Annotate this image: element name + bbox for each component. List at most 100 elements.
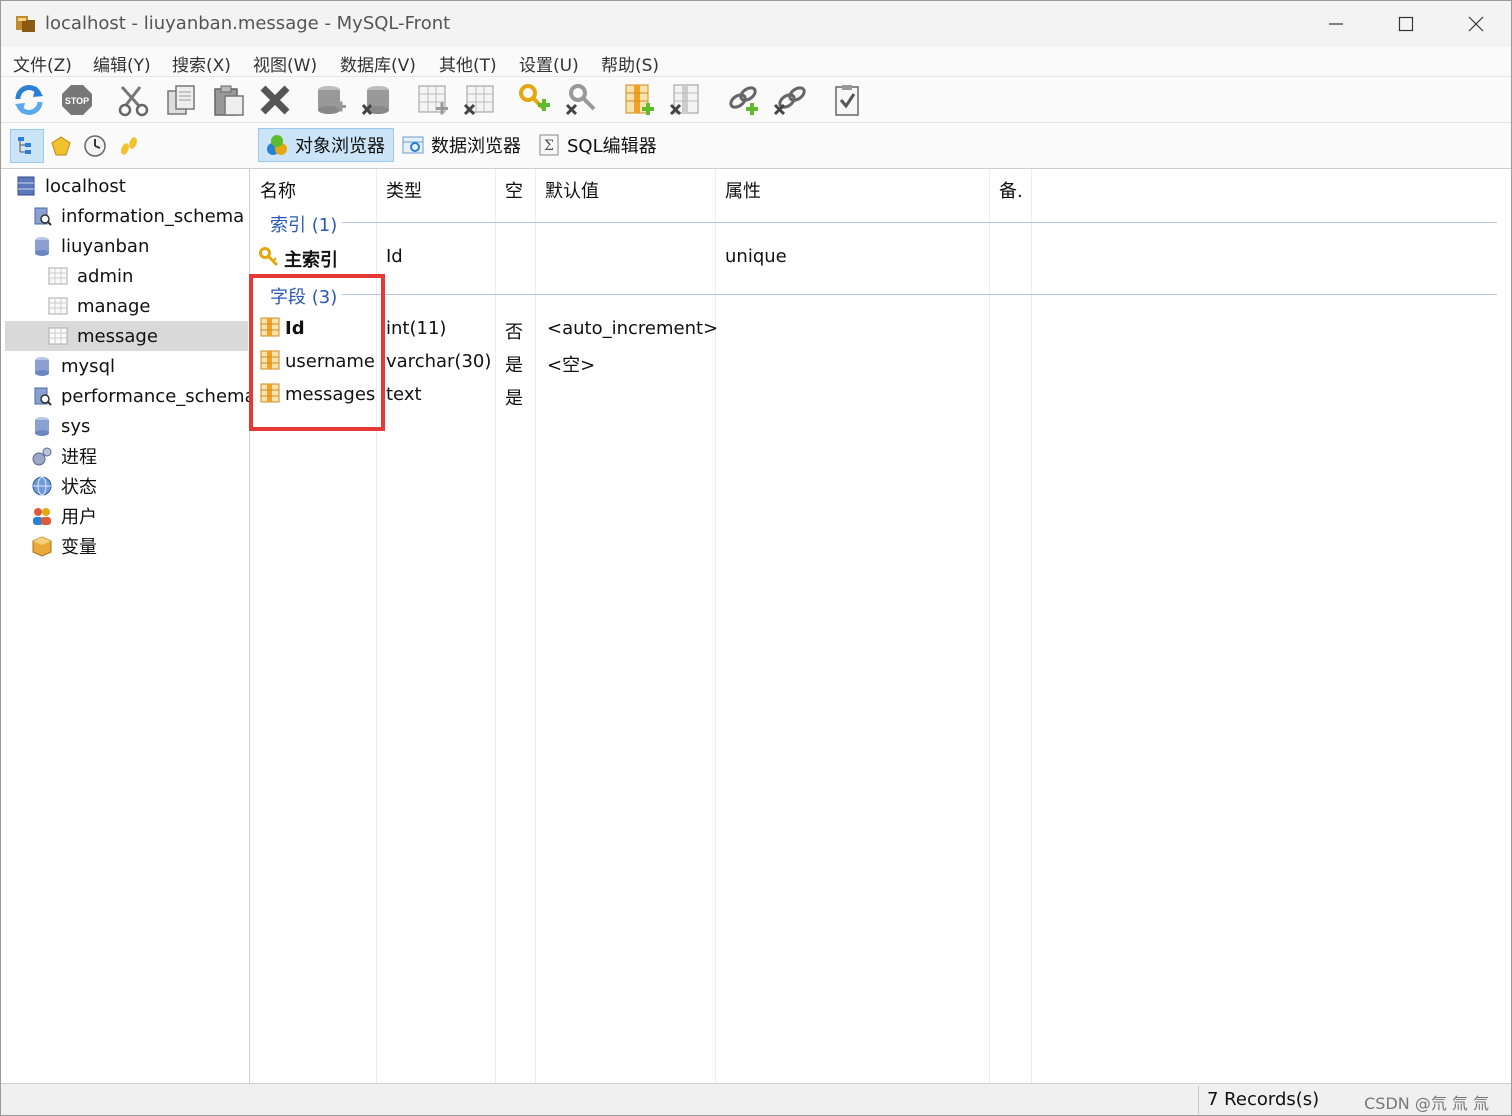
tree-item-admin[interactable]: admin: [47, 261, 249, 291]
tree-item-label: localhost: [45, 175, 126, 197]
tab-sql-editor[interactable]: Σ SQL编辑器: [531, 128, 665, 162]
tree-item-manage[interactable]: manage: [47, 291, 249, 321]
column-header-default[interactable]: 默认值: [545, 177, 599, 203]
app-window: localhost - liuyanban.message - MySQL-Fr…: [0, 0, 1512, 1116]
tab-object-browser[interactable]: 对象浏览器: [258, 128, 394, 162]
tree-item-label: admin: [77, 265, 134, 287]
column-divider: [495, 169, 496, 1083]
data-browser-icon: [402, 136, 424, 154]
new-index-icon: [519, 84, 550, 111]
tree-view-button[interactable]: [10, 129, 44, 163]
column-divider: [1031, 169, 1032, 1083]
drop-foreign-key-icon: [773, 86, 806, 116]
column-divider: [715, 169, 716, 1083]
menu-database[interactable]: 数据库(V): [340, 51, 416, 76]
drop-database-button[interactable]: [359, 82, 395, 118]
database-icon: [35, 417, 49, 436]
database-icon: [35, 357, 49, 376]
tree-item-users[interactable]: 用户: [31, 501, 249, 531]
new-table-button[interactable]: [415, 82, 451, 118]
new-database-button[interactable]: [313, 82, 349, 118]
mysql-front-logo-icon: [16, 16, 35, 32]
field-default: <auto_increment>: [547, 318, 719, 339]
users-icon: [33, 508, 51, 525]
menu-other[interactable]: 其他(T): [439, 51, 497, 76]
tree-item-localhost[interactable]: localhost: [15, 171, 249, 201]
drop-foreign-key-button[interactable]: [771, 82, 807, 118]
menu-settings[interactable]: 设置(U): [519, 51, 579, 76]
tab-data-browser[interactable]: 数据浏览器: [395, 128, 529, 162]
drop-table-icon: [463, 85, 494, 116]
drop-index-button[interactable]: [563, 82, 599, 118]
menu-help[interactable]: 帮助(S): [601, 51, 659, 76]
tree-item-message[interactable]: message: [5, 321, 248, 351]
menu-bar: 文件(Z) 编辑(Y) 搜索(X) 视图(W) 数据库(V) 其他(T) 设置(…: [1, 47, 1511, 77]
index-type: Id: [386, 246, 403, 267]
close-button[interactable]: [1441, 1, 1511, 47]
drop-field-button[interactable]: [667, 82, 703, 118]
tree-item-label: message: [77, 325, 158, 347]
tree-item-liuyanban[interactable]: liuyanban: [31, 231, 249, 261]
column-header-null[interactable]: 空: [505, 177, 523, 203]
paste-button[interactable]: [211, 82, 247, 118]
index-name[interactable]: 主索引: [284, 246, 338, 272]
column-header-attributes[interactable]: 属性: [725, 177, 761, 203]
bookmarks-button[interactable]: [112, 129, 146, 163]
menu-search[interactable]: 搜索(X): [172, 51, 231, 76]
history-button[interactable]: [78, 129, 112, 163]
group-divider: [342, 294, 1497, 295]
new-foreign-key-button[interactable]: [725, 82, 761, 118]
drop-index-icon: [565, 84, 596, 116]
minimize-button[interactable]: [1301, 1, 1371, 47]
tree-item-mysql[interactable]: mysql: [31, 351, 249, 381]
system-database-icon: [34, 387, 52, 406]
minimize-icon: [1329, 23, 1343, 25]
tree-item-label: 变量: [61, 537, 97, 558]
tree-item-label: sys: [61, 415, 91, 437]
sql-editor-icon: Σ: [539, 134, 559, 156]
window-title: localhost - liuyanban.message - MySQL-Fr…: [45, 13, 451, 34]
maximize-button[interactable]: [1371, 1, 1441, 47]
tree-item-label: liuyanban: [61, 235, 150, 257]
tree-item-variables[interactable]: 变量: [31, 531, 249, 561]
refresh-button[interactable]: [11, 82, 47, 118]
delete-icon: [260, 85, 290, 115]
cut-icon: [118, 85, 149, 117]
navigation-bar: 对象浏览器 数据浏览器 Σ SQL编辑器: [1, 123, 1511, 169]
copy-icon: [167, 85, 195, 115]
new-field-button[interactable]: [621, 82, 657, 118]
cut-button[interactable]: [115, 82, 151, 118]
drop-field-icon: [669, 84, 699, 116]
tree-item-status[interactable]: 状态: [31, 471, 249, 501]
field-type: int(11): [386, 318, 447, 339]
copy-button[interactable]: [163, 82, 199, 118]
tree-item-label: mysql: [61, 355, 115, 377]
column-header-comment[interactable]: 备.: [999, 177, 1023, 203]
menu-edit[interactable]: 编辑(Y): [93, 51, 151, 76]
new-foreign-key-icon: [729, 86, 758, 115]
maximize-icon: [1398, 16, 1414, 32]
new-field-icon: [625, 84, 654, 115]
index-group-label[interactable]: 索引 (1): [270, 211, 337, 237]
tree-item-sys[interactable]: sys: [31, 411, 249, 441]
favorites-button[interactable]: [44, 129, 78, 163]
drop-database-icon: [361, 86, 389, 115]
tree-item-information-schema[interactable]: information_schema: [31, 201, 249, 231]
refresh-icon: [15, 85, 43, 115]
delete-button[interactable]: [257, 82, 293, 118]
stop-button[interactable]: STOP: [59, 82, 95, 118]
properties-button[interactable]: [829, 82, 865, 118]
new-index-button[interactable]: [517, 82, 553, 118]
field-default: <空>: [547, 355, 596, 376]
column-header-type[interactable]: 类型: [386, 177, 422, 203]
drop-table-button[interactable]: [461, 82, 497, 118]
group-divider: [342, 222, 1497, 223]
tree-item-processes[interactable]: 进程: [31, 441, 249, 471]
processes-icon: [32, 447, 52, 466]
menu-file[interactable]: 文件(Z): [13, 51, 72, 76]
menu-view[interactable]: 视图(W): [253, 51, 317, 76]
key-icon: [259, 247, 279, 267]
column-header-name[interactable]: 名称: [260, 177, 296, 203]
status-divider: [1198, 1086, 1199, 1114]
tree-item-performance-schema[interactable]: performance_schema: [31, 381, 249, 411]
